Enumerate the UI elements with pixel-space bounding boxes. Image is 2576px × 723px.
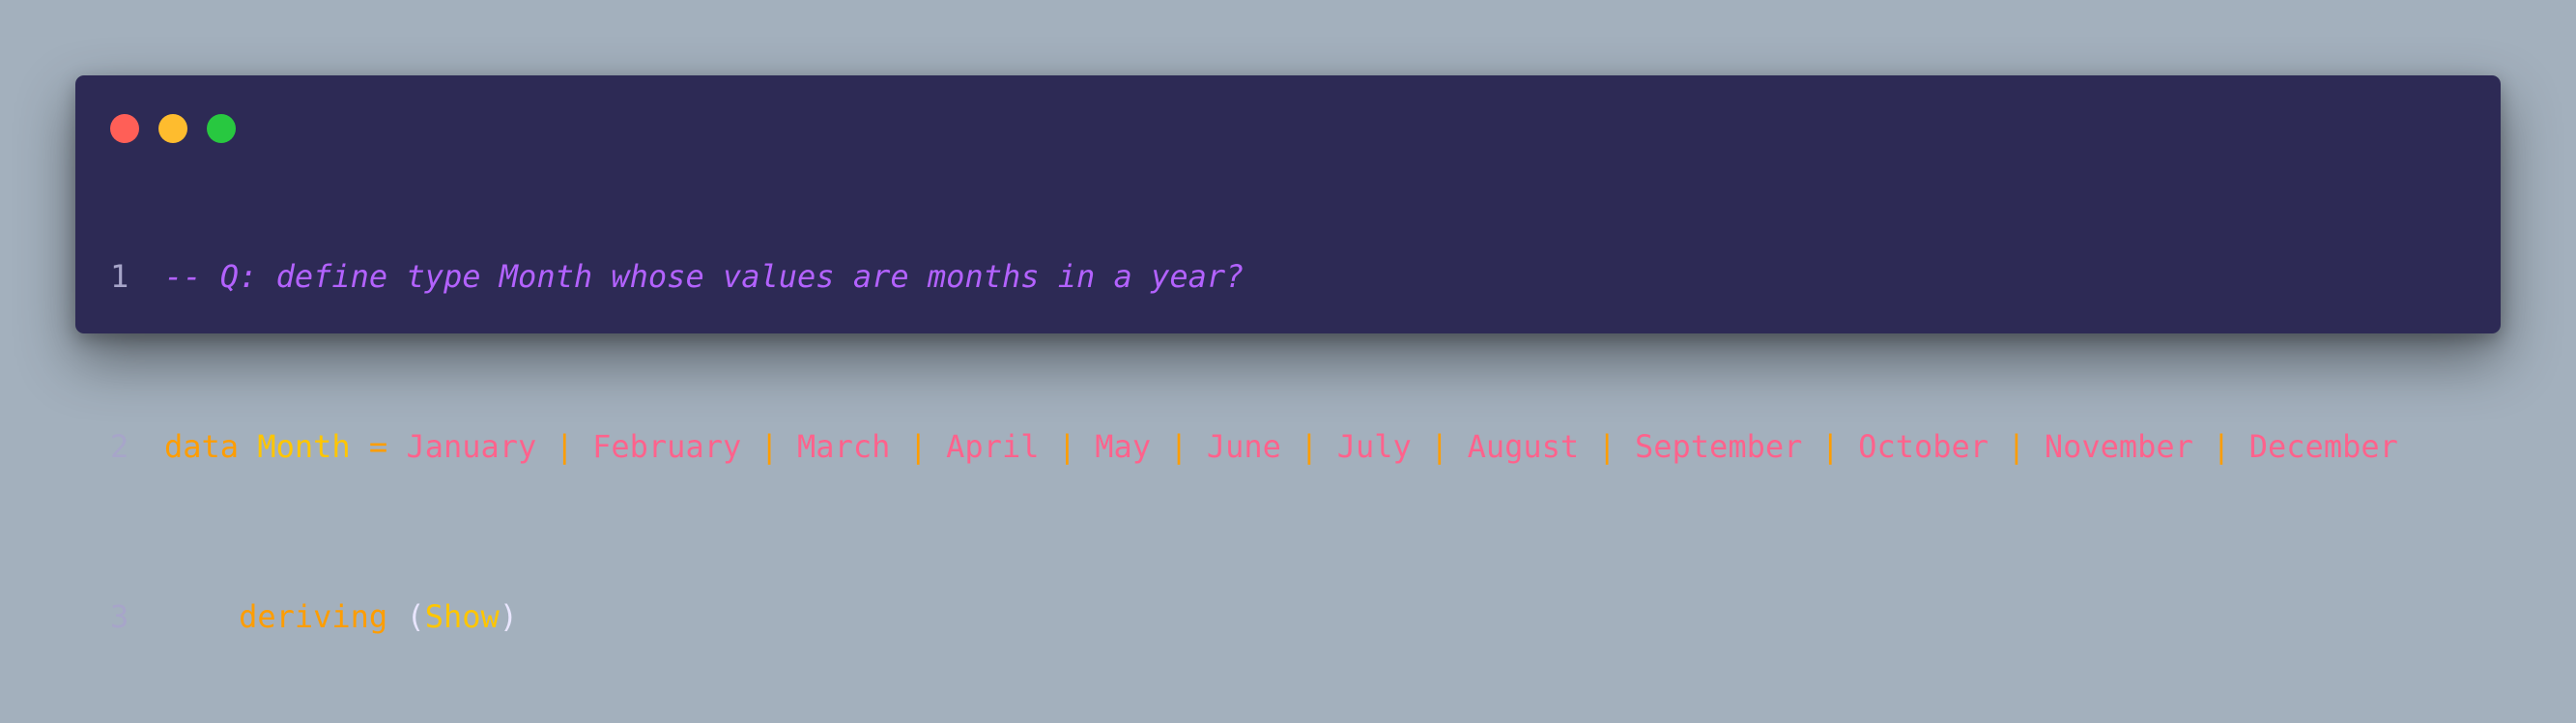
constructor-june: June bbox=[1206, 428, 1281, 465]
constructor-august: August bbox=[1467, 428, 1580, 465]
pipe-separator: | bbox=[1430, 428, 1449, 465]
constructor-march: March bbox=[797, 428, 891, 465]
equals-operator: = bbox=[368, 428, 388, 465]
pipe-separator: | bbox=[1820, 428, 1840, 465]
pipe-separator: | bbox=[555, 428, 574, 465]
pipe-separator: | bbox=[908, 428, 928, 465]
code-window: 1 -- Q: define type Month whose values a… bbox=[75, 75, 2501, 635]
constructor-may: May bbox=[1095, 428, 1152, 465]
constructor-april: April bbox=[946, 428, 1040, 465]
data-declaration: data Month = January | February | March … bbox=[164, 425, 2398, 468]
minimize-button[interactable] bbox=[158, 114, 187, 143]
code-block[interactable]: 1 -- Q: define type Month whose values a… bbox=[110, 170, 2398, 723]
constructor-september: September bbox=[1634, 428, 1803, 465]
close-button[interactable] bbox=[110, 114, 139, 143]
open-paren: ( bbox=[406, 598, 425, 635]
pipe-separator: | bbox=[1597, 428, 1617, 465]
pipe-separator: | bbox=[759, 428, 779, 465]
comment: -- Q: define type Month whose values are… bbox=[164, 258, 1245, 295]
constructor-december: December bbox=[2248, 428, 2398, 465]
code-line-3: 3 deriving (Show) bbox=[110, 595, 2398, 638]
pipe-separator: | bbox=[1169, 428, 1188, 465]
code-line-1: 1 -- Q: define type Month whose values a… bbox=[110, 255, 2398, 298]
deriving-clause: deriving (Show) bbox=[164, 595, 518, 638]
pipe-separator: | bbox=[2212, 428, 2231, 465]
constructor-january: January bbox=[406, 428, 537, 465]
line-number: 1 bbox=[110, 258, 129, 295]
constructor-list: January | February | March | April | May… bbox=[406, 428, 2397, 465]
code-line-2: 2 data Month = January | February | Marc… bbox=[110, 425, 2398, 468]
pipe-separator: | bbox=[1300, 428, 1319, 465]
keyword-deriving: deriving bbox=[239, 598, 388, 635]
pipe-separator: | bbox=[2007, 428, 2026, 465]
constructor-november: November bbox=[2044, 428, 2193, 465]
type-name: Month bbox=[257, 428, 351, 465]
class-name: Show bbox=[424, 598, 500, 635]
line-number: 2 bbox=[110, 428, 129, 465]
keyword-data: data bbox=[164, 428, 240, 465]
constructor-october: October bbox=[1858, 428, 1989, 465]
line-number: 3 bbox=[110, 598, 129, 635]
constructor-july: July bbox=[1336, 428, 1412, 465]
close-paren: ) bbox=[499, 598, 519, 635]
zoom-button[interactable] bbox=[207, 114, 236, 143]
constructor-february: February bbox=[592, 428, 742, 465]
pipe-separator: | bbox=[1057, 428, 1077, 465]
window-controls bbox=[110, 114, 236, 143]
